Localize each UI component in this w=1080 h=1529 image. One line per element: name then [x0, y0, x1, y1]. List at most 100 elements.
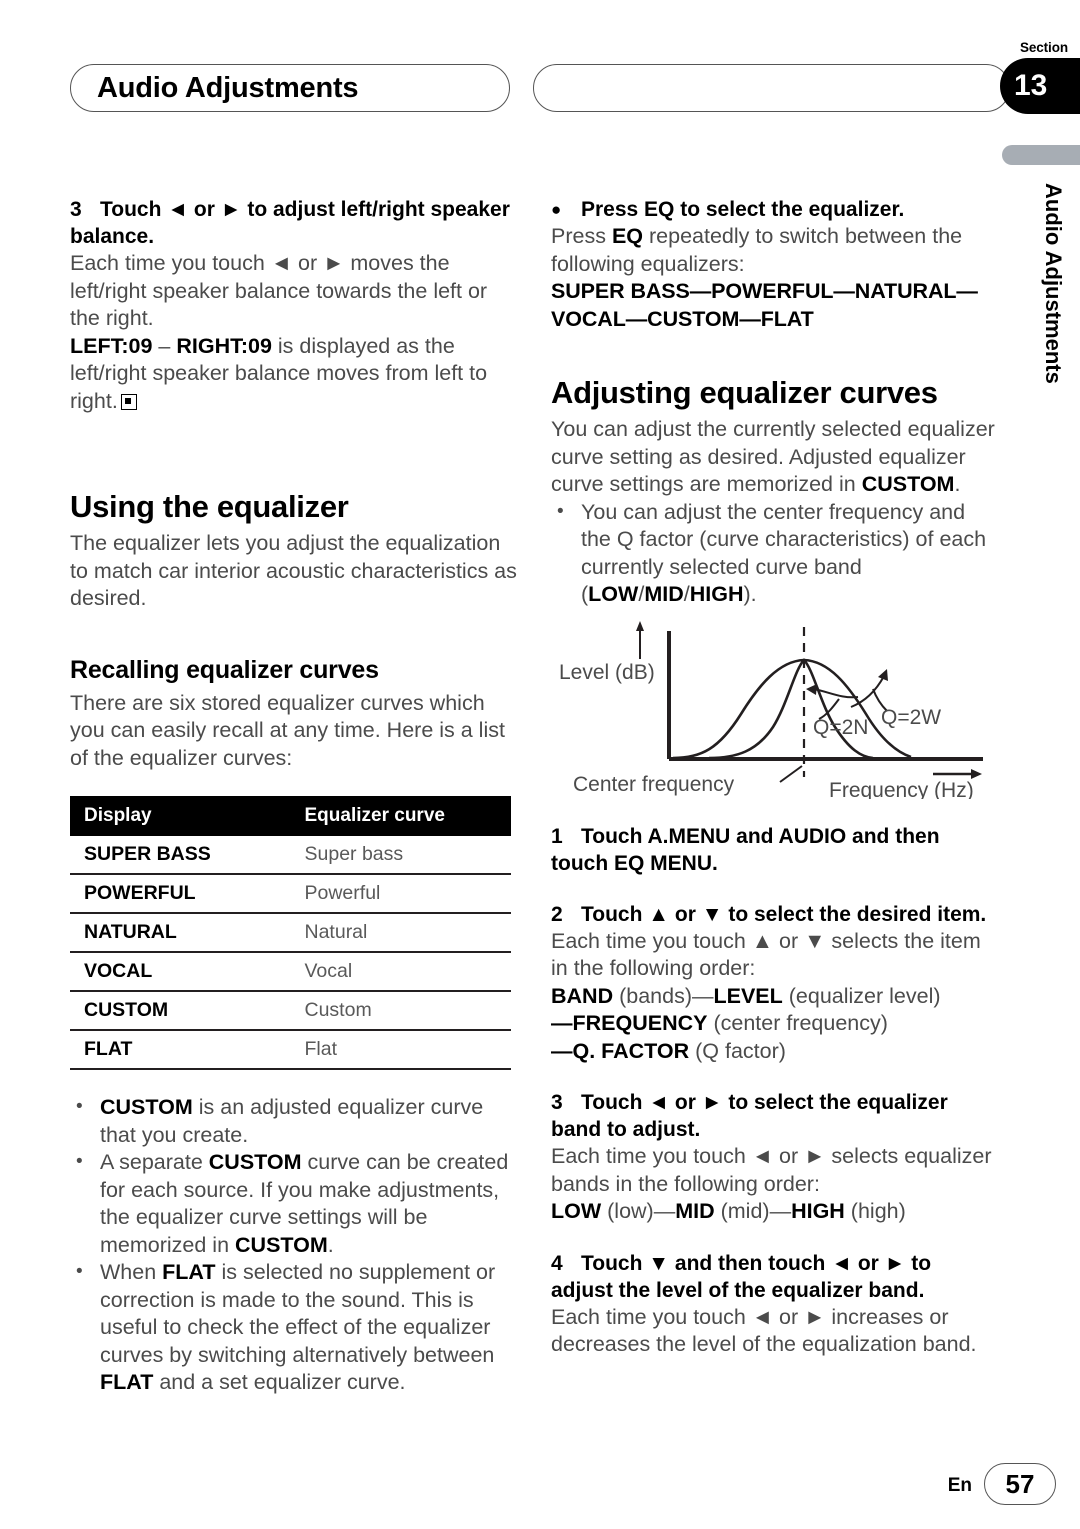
band-high: HIGH [689, 582, 744, 606]
item-order-line-1: BAND (bands)—LEVEL (equalizer level) [551, 983, 998, 1011]
right-step-2-text: Touch ▲ or ▼ to select the desired item. [581, 902, 987, 926]
table-cell-curve: Super bass [290, 836, 511, 875]
item-frequency-desc: (center frequency) [707, 1011, 888, 1035]
right-step-4-body: Each time you touch ◄ or ► increases or … [551, 1304, 977, 1357]
note-1-term: CUSTOM [100, 1095, 193, 1119]
table-col-display: Display [70, 796, 291, 836]
table-col-equalizer-curve: Equalizer curve [290, 796, 511, 836]
press-eq-heading-text: Press EQ to select the equalizer. [581, 198, 905, 221]
band-order-low-desc: (low)— [601, 1199, 676, 1223]
press-eq-body-key: EQ [611, 224, 644, 248]
equalizer-q-factor-diagram: Level (dB) Q=2N Q=2W Center frequency Fr… [551, 619, 998, 799]
right-step-4: 4 Touch ▼ and then touch ◄ or ► to adjust… [551, 1250, 998, 1304]
footer-page-number: 57 [984, 1463, 1056, 1505]
left-balance-max: RIGHT:09 [176, 333, 272, 358]
side-tab-bar [1002, 145, 1080, 165]
page-title: Audio Adjustments [97, 71, 359, 104]
filled-circle-bullet-icon: ● [551, 200, 562, 219]
section-number-badge: 13 [1000, 58, 1080, 114]
right-step-4-text: Touch ▼ and then touch ◄ or ► to adjust … [551, 1251, 932, 1302]
equalizer-sequence-line-2: VOCAL—CUSTOM—FLAT [551, 306, 814, 331]
diagram-xlabel: Frequency (Hz) [829, 779, 974, 799]
list-item: You can adjust the center frequency and … [551, 498, 998, 609]
table-cell-curve: Flat [290, 1030, 511, 1070]
heading-using-the-equalizer: Using the equalizer [70, 489, 349, 524]
item-order-line-2: —FREQUENCY (center frequency) [551, 1010, 998, 1038]
adjusting-notes-list: You can adjust the center frequency and … [551, 498, 998, 609]
right-step-1-text: Touch A.MENU and AUDIO and then touch EQ… [551, 824, 940, 875]
band-order-low: LOW [551, 1199, 602, 1223]
note-2-term-b: CUSTOM [235, 1232, 328, 1257]
adjusting-body-custom: CUSTOM [861, 472, 955, 496]
footer-language-code: En [947, 1475, 972, 1496]
diagram-center-frequency-label: Center frequency [573, 773, 735, 796]
header-empty-pill [533, 64, 1010, 112]
table-row: FLAT Flat [70, 1030, 511, 1070]
header-title-pill: Audio Adjustments [70, 64, 510, 112]
table-row: SUPER BASS Super bass [70, 836, 511, 875]
note-3-term-a: FLAT [162, 1260, 216, 1284]
table-row: CUSTOM Custom [70, 991, 511, 1031]
band-mid: MID [644, 582, 684, 606]
band-order-mid-desc: (mid)— [714, 1199, 792, 1223]
note-3-term-b: FLAT [100, 1370, 154, 1394]
side-tab-label: Audio Adjustments [1041, 183, 1066, 384]
right-step-2-number: 2 [551, 902, 563, 926]
table-body: SUPER BASS Super bass POWERFUL Powerful … [70, 836, 511, 1070]
note-2-text-a: A separate [100, 1150, 209, 1174]
right-step-3: 3 Touch ◄ or ► to select the equalizer ba… [551, 1089, 998, 1143]
item-frequency: —FREQUENCY [551, 1011, 708, 1035]
item-band: BAND [551, 983, 614, 1008]
right-step-2-body: Each time you touch ▲ or ▼ selects the i… [551, 928, 981, 981]
end-of-procedure-icon [120, 393, 137, 410]
band-order-high-desc: (high) [844, 1199, 906, 1223]
press-eq-body-pre: Press [551, 224, 612, 248]
list-item: CUSTOM is an adjusted equalizer curve th… [70, 1093, 517, 1149]
band-order-mid: MID [675, 1199, 715, 1223]
right-column: ● Press EQ to select the equalizer. Press… [551, 196, 998, 1359]
band-order-line: LOW (low)—MID (mid)—HIGH (high) [551, 1198, 998, 1226]
table-row: VOCAL Vocal [70, 952, 511, 992]
table-header-row: Display Equalizer curve [70, 796, 511, 836]
left-column: 3 Touch ◄ or ► to adjust left/right speak… [70, 196, 517, 1397]
band-order-high: HIGH [791, 1199, 845, 1223]
note-2-term-a: CUSTOM [208, 1150, 302, 1174]
table-cell-display: POWERFUL [70, 874, 291, 914]
table-row: POWERFUL Powerful [70, 874, 511, 914]
item-level: LEVEL [713, 983, 783, 1008]
equalizer-curve-table: Display Equalizer curve SUPER BASS Super… [70, 796, 511, 1070]
right-step-2: 2 Touch ▲ or ▼ to select the desired item… [551, 901, 998, 928]
table-cell-display: CUSTOM [70, 991, 291, 1031]
band-low: LOW [588, 582, 639, 606]
item-level-desc: (equalizer level) [782, 983, 941, 1008]
heading-recalling-equalizer-curves: Recalling equalizer curves [70, 655, 379, 684]
equalizer-sequence-line-1: SUPER BASS—POWERFUL—NATURAL— [551, 279, 978, 303]
table-cell-curve: Powerful [290, 874, 511, 914]
right-step-4-number: 4 [551, 1251, 563, 1275]
list-item: When FLAT is selected no supplement or c… [70, 1258, 517, 1397]
table-cell-curve: Natural [290, 913, 511, 953]
table-cell-curve: Vocal [290, 952, 511, 992]
adjusting-body-post: . [954, 472, 961, 496]
adjusting-equalizer-curves-body: You can adjust the currently selected eq… [551, 416, 998, 499]
table-cell-display: VOCAL [70, 952, 291, 992]
diagram-q2n-label: Q=2N [813, 716, 868, 739]
adjusting-note-post: ). [743, 582, 757, 606]
right-step-3-body: Each time you touch ◄ or ► selects equal… [551, 1144, 992, 1196]
note-3-text-a: When [100, 1260, 163, 1284]
left-balance-min: LEFT:09 [70, 333, 153, 358]
left-step-3-number: 3 [70, 198, 82, 221]
recalling-equalizer-curves-body: There are six stored equalizer curves wh… [70, 690, 505, 770]
right-step-3-text: Touch ◄ or ► to select the equalizer ban… [551, 1091, 948, 1141]
right-step-1-number: 1 [551, 824, 563, 848]
table-cell-display: NATURAL [70, 913, 291, 953]
table-cell-display: FLAT [70, 1030, 291, 1070]
left-step-3-text: Touch ◄ or ► to adjust left/right speake… [70, 198, 510, 248]
table-row: NATURAL Natural [70, 913, 511, 953]
note-3-text-c: and a set equalizer curve. [153, 1370, 406, 1394]
page-footer: En 57 [0, 1461, 1080, 1507]
right-step-1: 1 Touch A.MENU and AUDIO and then touch E… [551, 823, 998, 877]
equalizer-notes-list: CUSTOM is an adjusted equalizer curve th… [70, 1093, 517, 1397]
left-step-3-body-1: Each time you touch ◄ or ► moves the lef… [70, 251, 488, 330]
left-balance-dash: – [152, 333, 177, 358]
